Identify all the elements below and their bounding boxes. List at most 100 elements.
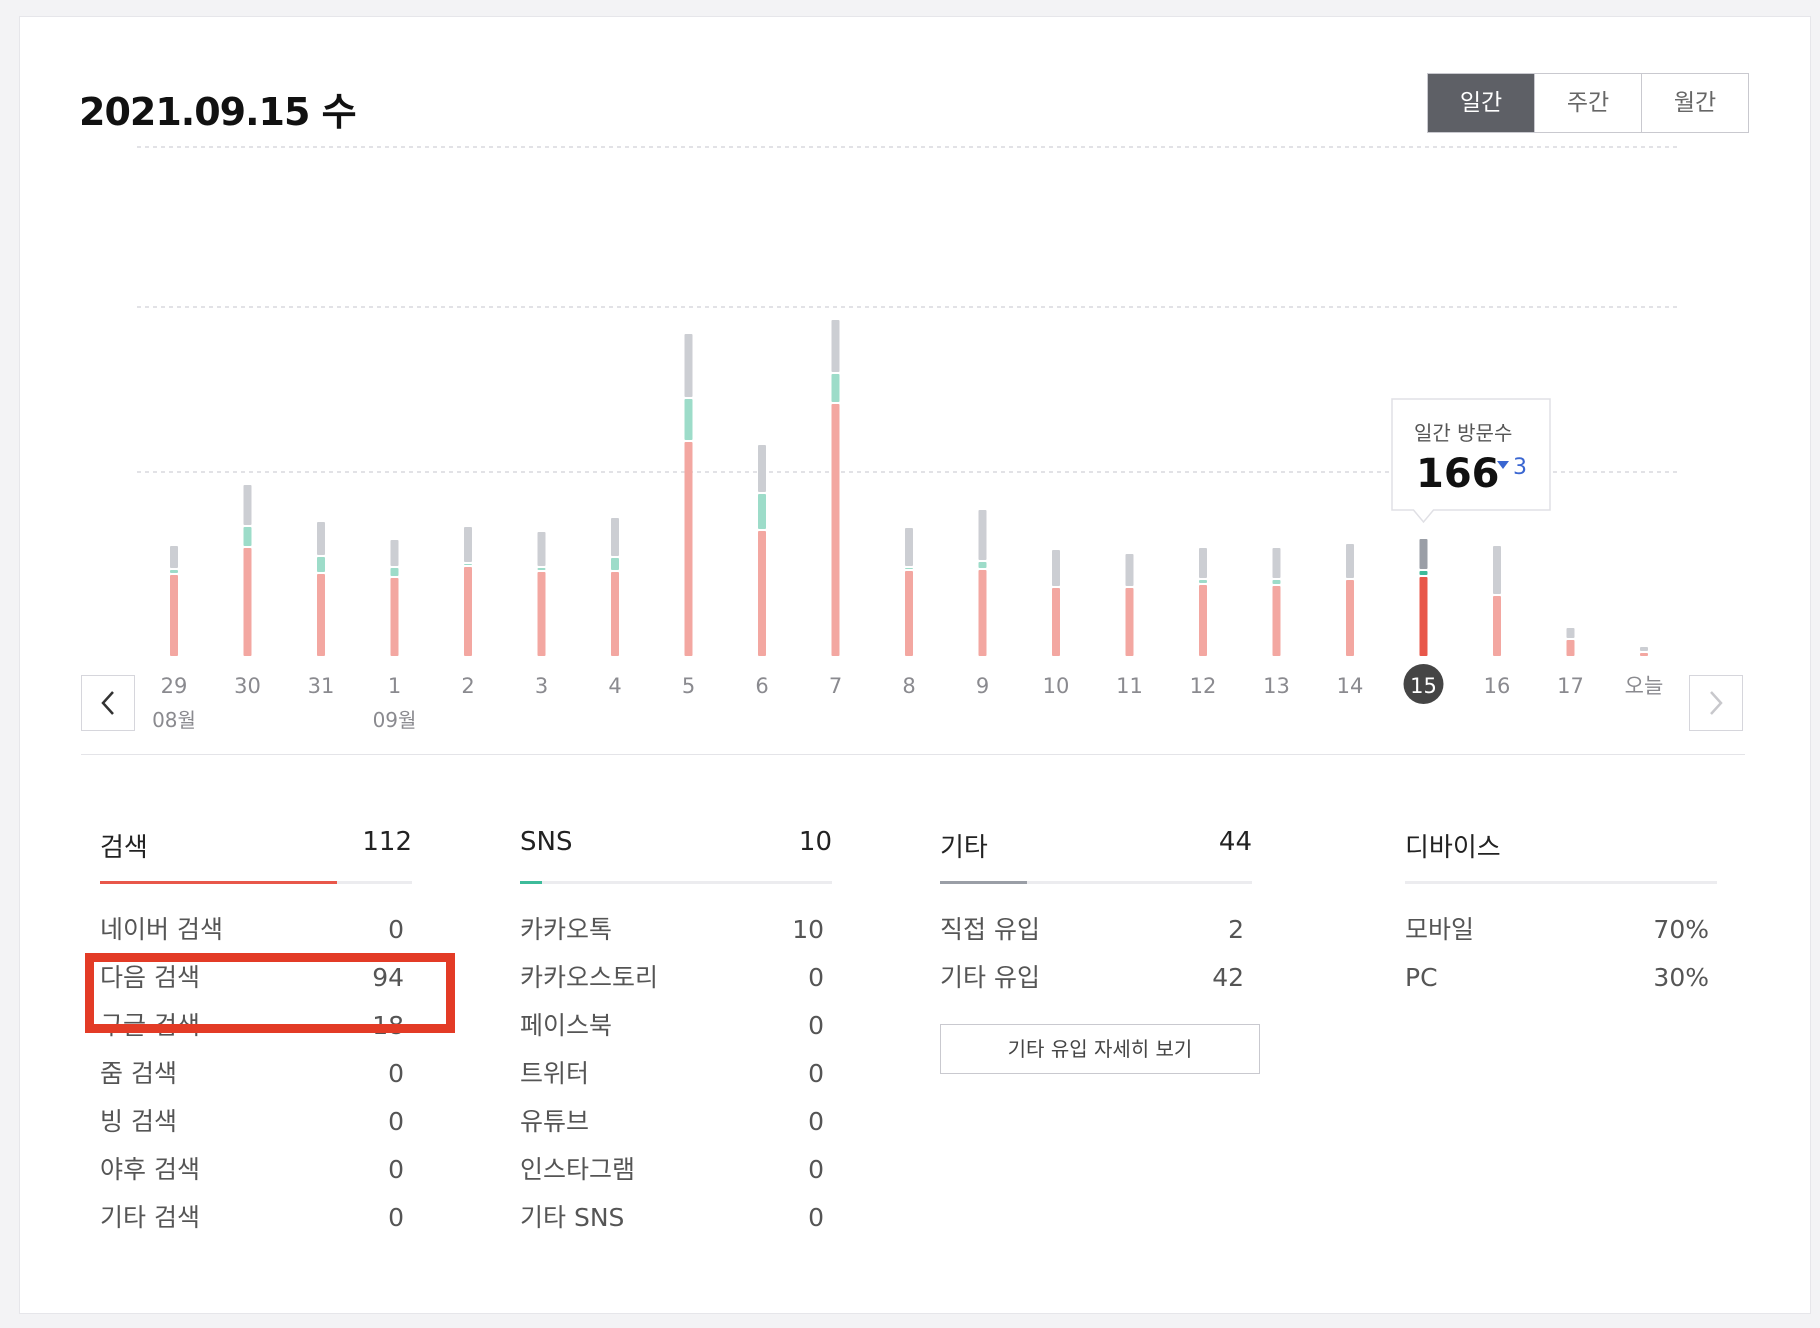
chart-bar-segment — [684, 334, 693, 397]
etc-detail-button[interactable]: 기타 유입 자세히 보기 — [940, 1024, 1260, 1074]
list-item: 기타 검색 0 — [100, 1203, 404, 1232]
tick-label: 30 — [234, 674, 261, 698]
list-item: 트위터 0 — [520, 1059, 824, 1088]
sns-section: SNS 10 카카오톡 10 카카오스토리 0 페이스북 0 트위터 0 유튜브 0 인스… — [520, 827, 832, 1242]
chart-bar-segment — [1493, 546, 1501, 594]
chart-bar-segment — [611, 558, 619, 570]
section-title: SNS — [520, 827, 573, 857]
chart-bar-segment — [758, 494, 766, 529]
chart-bar-segment — [317, 574, 325, 656]
chart-bar-segment — [317, 557, 325, 572]
list-item: 인스타그램 0 — [520, 1155, 824, 1184]
tick-label: 12 — [1190, 674, 1217, 698]
section-total: 10 — [798, 827, 832, 857]
chart-bar-segment — [537, 572, 546, 656]
chart-bar-segment — [905, 571, 913, 656]
divider — [81, 754, 1745, 755]
list-item: 모바일 70% — [1405, 915, 1709, 944]
chart-bar-segment — [1566, 640, 1575, 656]
chart-bar-segment — [537, 568, 546, 570]
list-item: 네이버 검색 0 — [100, 915, 404, 944]
list-item: 유튜브 0 — [520, 1107, 824, 1136]
chart-bar-segment — [831, 320, 840, 372]
chart-bar-segment — [978, 510, 987, 560]
chart-bar-segment — [170, 575, 178, 656]
chart-bar-segment — [905, 528, 913, 566]
tick-label: 31 — [308, 674, 335, 698]
section-title: 기타 — [940, 833, 988, 863]
chart-bar-segment — [1125, 588, 1134, 656]
section-total: 44 — [1218, 827, 1252, 857]
prev-button[interactable] — [81, 675, 135, 731]
tick-label: 15 — [1410, 674, 1437, 698]
chart-bar-segment — [978, 562, 987, 568]
chart-bar-segment — [1052, 588, 1060, 656]
list-item: 줌 검색 0 — [100, 1059, 404, 1088]
chart-bar-segment — [1640, 653, 1648, 656]
tooltip-value: 166 — [1416, 451, 1500, 497]
chevron-left-icon — [101, 691, 114, 715]
section-bar-fill — [940, 881, 1028, 884]
chart-bar-segment — [390, 578, 399, 656]
tick-label: 29 — [161, 674, 188, 698]
list-item: 야후 검색 0 — [100, 1155, 404, 1184]
chart-bar-segment — [464, 527, 472, 562]
tick-label: 13 — [1263, 674, 1290, 698]
tick-label: 17 — [1557, 674, 1584, 698]
chart-bar-segment — [243, 485, 252, 525]
chart-bar-segment — [831, 404, 840, 656]
chart-bar-segment — [1419, 539, 1428, 569]
chart-bar-segment — [1566, 628, 1575, 638]
list-item: 빙 검색 0 — [100, 1107, 404, 1136]
section-total: 112 — [362, 827, 412, 857]
list-item: 카카오톡 10 — [520, 915, 824, 944]
month-label: 09월 — [373, 708, 417, 732]
section-title: 검색 — [100, 833, 148, 863]
chart-bar-segment — [390, 568, 399, 576]
highlight-box — [85, 953, 455, 1033]
month-label: 08월 — [152, 708, 196, 732]
chart-bar-segment — [758, 531, 766, 656]
tick-label: 5 — [682, 674, 695, 698]
list-item: 기타 유입 42 — [940, 963, 1244, 992]
chart-bar-segment — [243, 527, 252, 546]
tick-label: 8 — [902, 674, 915, 698]
tick-label: 4 — [608, 674, 621, 698]
section-bar — [520, 881, 832, 884]
chart-bar-segment — [1493, 596, 1501, 656]
chart-bar-segment — [537, 532, 546, 566]
tick-label: 9 — [976, 674, 989, 698]
chart-bar-segment — [611, 518, 619, 556]
chart-bar-segment — [1199, 548, 1207, 578]
tooltip-label: 일간 방문수 — [1414, 421, 1512, 445]
chart-bar-segment — [1125, 554, 1134, 586]
etc-section: 기타 44 직접 유입 2 기타 유입 42 기타 유입 자세히 보기 — [940, 827, 1260, 1074]
chart-bar-segment — [1272, 580, 1281, 584]
tick-label: 11 — [1116, 674, 1143, 698]
tick-label: 1 — [388, 674, 401, 698]
tooltip-change: 3 — [1513, 455, 1527, 480]
chart-bar-segment — [1346, 580, 1354, 656]
list-item: 페이스북 0 — [520, 1011, 824, 1040]
list-item: 카카오스토리 0 — [520, 963, 824, 992]
section-bar — [940, 881, 1252, 884]
chart-bar-segment — [1199, 580, 1207, 583]
next-button[interactable] — [1689, 675, 1743, 731]
tick-label: 오늘 — [1625, 674, 1664, 698]
chart-bar-segment — [1199, 585, 1207, 656]
chart-bar-segment — [611, 572, 619, 656]
list-item: 직접 유입 2 — [940, 915, 1244, 944]
chevron-right-icon — [1710, 691, 1723, 715]
tick-label: 7 — [829, 674, 842, 698]
list-item: PC 30% — [1405, 963, 1709, 992]
section-bar — [100, 881, 412, 884]
chart-bar-segment — [170, 546, 178, 568]
chart-bar-segment — [1419, 577, 1428, 656]
chart-bar-segment — [317, 522, 325, 555]
section-bar-fill — [100, 881, 338, 884]
chart-bar-segment — [464, 564, 472, 565]
visit-chart: 29 30 31 1 2 3 4 5 6 7 8 9 10 11 12 13 14 15 16 17 오늘08월 09월일… — [137, 146, 1680, 732]
list-item: 기타 SNS 0 — [520, 1203, 824, 1232]
chart-bar-segment — [1272, 586, 1281, 656]
chart-bar-segment — [684, 399, 693, 440]
